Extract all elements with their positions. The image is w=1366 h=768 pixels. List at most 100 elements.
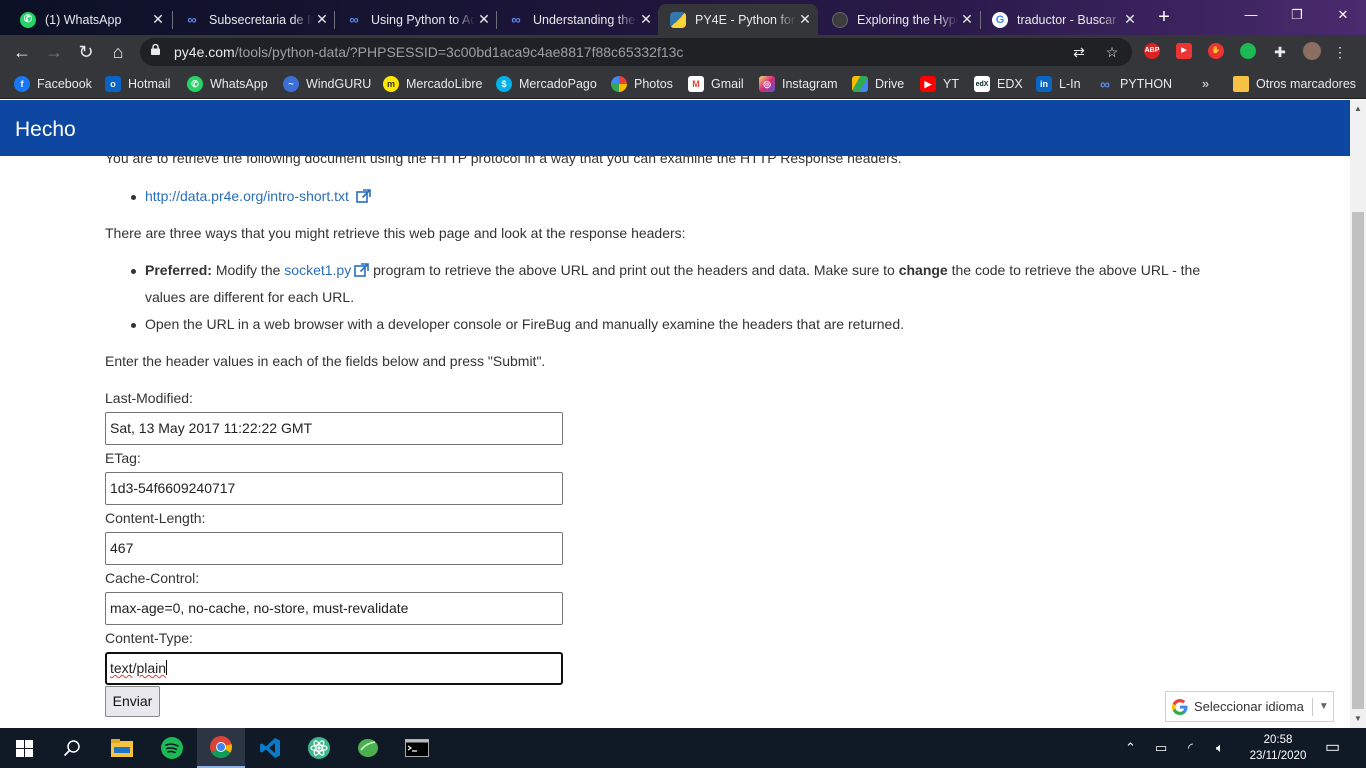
preferred-text: Modify the	[215, 262, 281, 278]
close-icon[interactable]: ✕	[637, 11, 655, 28]
battery-icon[interactable]: ▭	[1155, 740, 1167, 756]
tab-subsecretaria[interactable]: ∞ Subsecretaria de Ir ✕	[172, 4, 335, 35]
menu-icon[interactable]: ⋮	[1332, 44, 1348, 60]
bookmark-facebook[interactable]: f Facebook	[14, 76, 92, 92]
windows-taskbar: ⌃ ▭ ◜ 🔈︎ 20:58 23/11/2020 ▭	[0, 728, 1366, 768]
tab-traductor[interactable]: G traductor - Buscar ✕	[980, 4, 1143, 35]
last-modified-label: Last-Modified:	[105, 390, 193, 406]
vscode-button[interactable]	[246, 728, 294, 768]
socket1-link[interactable]: socket1.py	[284, 262, 351, 278]
bookmark-hotmail[interactable]: o Hotmail	[105, 76, 170, 92]
bookmark-gmail[interactable]: M Gmail	[688, 76, 744, 92]
address-bar[interactable]: py4e.com/tools/python-data/?PHPSESSID=3c…	[140, 38, 1132, 66]
minimize-button[interactable]: —	[1228, 0, 1274, 30]
start-button[interactable]	[0, 728, 48, 768]
tab-whatsapp[interactable]: ✆ (1) WhatsApp ✕	[8, 4, 171, 35]
scroll-down-icon[interactable]: ▼	[1354, 714, 1362, 723]
close-icon[interactable]: ✕	[1121, 11, 1139, 28]
search-button[interactable]	[48, 728, 96, 768]
spellcheck-word: text	[110, 660, 133, 676]
hand-extension-icon[interactable]: ✋	[1208, 43, 1224, 59]
scroll-up-icon[interactable]: ▲	[1354, 104, 1362, 113]
page-scrollbar[interactable]: ▲ ▼	[1350, 100, 1366, 728]
clock-date: 23/11/2020	[1249, 750, 1307, 762]
green-extension-icon[interactable]	[1240, 43, 1256, 59]
lock-icon	[151, 44, 160, 55]
file-explorer-button[interactable]	[98, 728, 146, 768]
bookmark-instagram[interactable]: ◎ Instagram	[759, 76, 838, 92]
bookmark-other-folder[interactable]: Otros marcadores	[1233, 76, 1356, 92]
bookmark-drive[interactable]: Drive	[852, 76, 904, 92]
close-icon[interactable]: ✕	[149, 11, 167, 28]
close-icon[interactable]: ✕	[313, 11, 331, 28]
notification-icon[interactable]: ▭	[1325, 737, 1340, 757]
coursera-icon: ∞	[349, 12, 359, 27]
bookmark-star-icon[interactable]: ☆	[1104, 44, 1120, 60]
submit-button[interactable]: Enviar	[105, 686, 160, 717]
close-icon[interactable]: ✕	[475, 11, 493, 28]
tab-py4e[interactable]: PY4E - Python for E ✕	[658, 4, 818, 35]
back-button[interactable]: ←	[10, 40, 34, 64]
close-window-button[interactable]: ✕	[1320, 0, 1366, 30]
scrollbar-thumb[interactable]	[1352, 212, 1364, 709]
tab-strip: ✆ (1) WhatsApp ✕ ∞ Subsecretaria de Ir ✕…	[0, 0, 1366, 35]
spellcheck-word: plain	[136, 660, 167, 676]
chevron-right-icon: »	[1202, 77, 1209, 91]
tab-title: Subsecretaria de Ir	[209, 12, 313, 27]
forward-button[interactable]: →	[42, 40, 66, 64]
bookmark-linkedin[interactable]: in L-In	[1036, 76, 1081, 92]
bookmark-photos[interactable]: Photos	[611, 76, 673, 92]
new-tab-button[interactable]: +	[1153, 6, 1175, 28]
chevron-up-icon[interactable]: ⌃	[1125, 740, 1136, 756]
tab-understanding[interactable]: ∞ Understanding the ✕	[496, 4, 659, 35]
bookmark-label: L-In	[1059, 77, 1081, 91]
extensions-puzzle-icon[interactable]: ✚	[1272, 44, 1288, 60]
preferred-item-continued: values are different for each URL.	[145, 289, 355, 305]
external-link-icon[interactable]	[354, 263, 370, 277]
coursera-icon: ∞	[1100, 76, 1110, 92]
translate-page-icon[interactable]: ⇄	[1071, 44, 1087, 60]
tab-title: (1) WhatsApp	[45, 12, 122, 27]
chrome-button[interactable]	[197, 728, 245, 768]
external-link-icon[interactable]	[355, 189, 371, 203]
bookmark-mercadopago[interactable]: $ MercadoPago	[496, 76, 597, 92]
bookmark-whatsapp[interactable]: ✆ WhatsApp	[187, 76, 268, 92]
extension-red-icon[interactable]: ▶	[1176, 43, 1192, 59]
home-button[interactable]: ⌂	[106, 40, 130, 64]
last-modified-input[interactable]: Sat, 13 May 2017 11:22:22 GMT	[105, 412, 563, 445]
bookmark-youtube[interactable]: ▶ YT	[920, 76, 959, 92]
system-clock[interactable]: 20:58 23/11/2020	[1243, 732, 1313, 764]
adblock-icon[interactable]: ABP	[1144, 43, 1160, 59]
bookmark-windguru[interactable]: ~ WindGURU	[283, 76, 371, 92]
bookmark-edx[interactable]: edX EDX	[974, 76, 1023, 92]
close-icon[interactable]: ✕	[958, 11, 976, 28]
terminal-button[interactable]	[393, 728, 441, 768]
spotify-button[interactable]	[148, 728, 196, 768]
pycharm-button[interactable]	[344, 728, 392, 768]
volume-icon[interactable]: 🔈︎	[1216, 740, 1224, 756]
bookmark-mercadolibre[interactable]: m MercadoLibre	[383, 76, 482, 92]
reload-button[interactable]: ↻	[74, 40, 98, 64]
drive-icon	[852, 76, 868, 92]
tab-exploring[interactable]: Exploring the Hype ✕	[820, 4, 980, 35]
preferred-item: Preferred: Modify the socket1.py program…	[131, 262, 1200, 278]
terminal-icon	[405, 739, 429, 757]
atom-button[interactable]	[295, 728, 343, 768]
bookmark-label: PYTHON	[1120, 77, 1173, 91]
close-icon[interactable]: ✕	[796, 11, 814, 28]
etag-input[interactable]: 1d3-54f6609240717	[105, 472, 563, 505]
content-length-input[interactable]: 467	[105, 532, 563, 565]
bookmark-python[interactable]: ∞ PYTHON	[1097, 76, 1172, 92]
vscode-icon	[260, 738, 280, 758]
tab-using-python[interactable]: ∞ Using Python to Ac ✕	[334, 4, 497, 35]
browser-toolbar: ← → ↻ ⌂ py4e.com/tools/python-data/?PHPS…	[0, 35, 1366, 69]
avatar[interactable]	[1303, 42, 1321, 60]
google-translate-widget[interactable]: Seleccionar idioma ▼	[1165, 691, 1334, 722]
doc-link[interactable]: http://data.pr4e.org/intro-short.txt	[145, 188, 349, 204]
bookmarks-overflow-button[interactable]: »	[1202, 76, 1209, 92]
restore-button[interactable]: ❐	[1274, 0, 1320, 30]
wifi-icon[interactable]: ◜	[1188, 740, 1193, 756]
bookmark-label: YT	[943, 77, 959, 91]
content-type-input[interactable]: text/plain	[105, 652, 563, 685]
cache-control-input[interactable]: max-age=0, no-cache, no-store, must-reva…	[105, 592, 563, 625]
